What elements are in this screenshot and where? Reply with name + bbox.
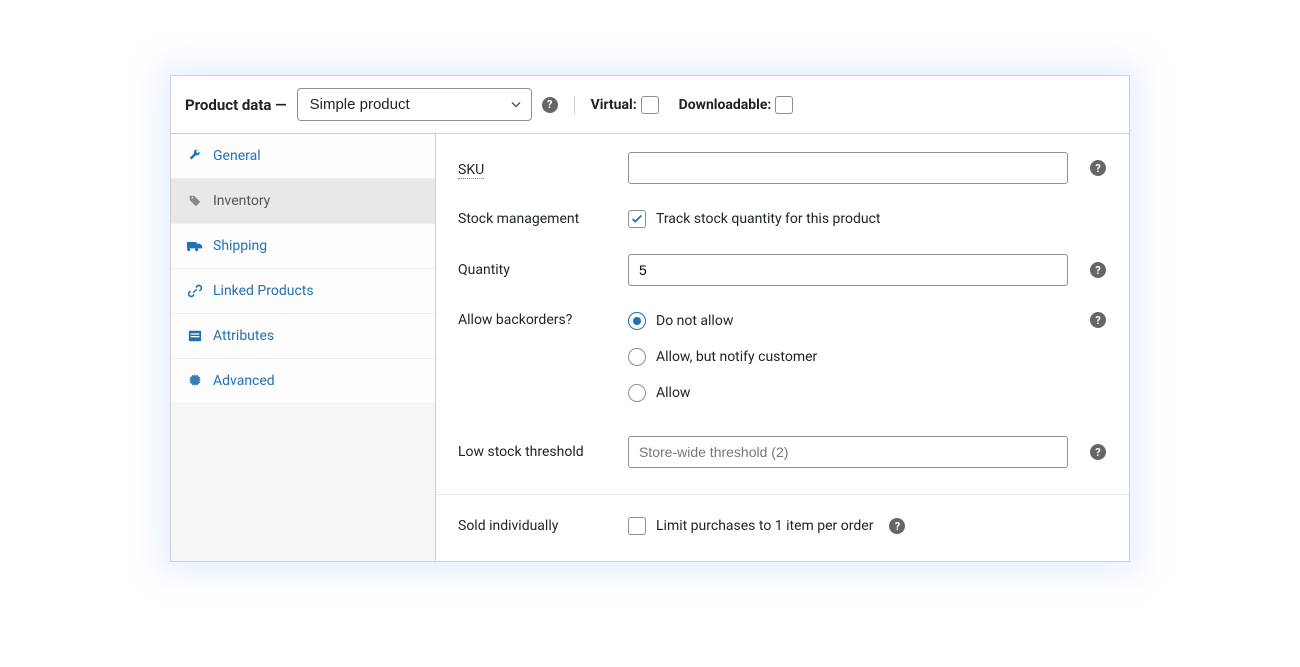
help-icon[interactable]: ? [1090, 262, 1106, 278]
sidebar-item-label: Attributes [213, 328, 274, 344]
radio-label: Do not allow [656, 313, 733, 329]
backorder-option-do-not-allow[interactable]: Do not allow [628, 312, 1068, 330]
sidebar-item-label: Inventory [213, 193, 270, 209]
stock-management-checkbox[interactable] [628, 210, 646, 228]
product-type-select-wrap: Simple product [297, 88, 532, 121]
sidebar-item-label: Shipping [213, 238, 267, 254]
sku-label: SKU [458, 162, 484, 179]
sold-individually-label: Sold individually [458, 518, 628, 534]
divider [436, 494, 1129, 495]
help-icon[interactable]: ? [1090, 444, 1106, 460]
quantity-input[interactable] [628, 254, 1068, 286]
sold-individually-checkbox[interactable] [628, 517, 646, 535]
backorder-option-allow[interactable]: Allow [628, 384, 1068, 402]
backorders-label: Allow backorders? [458, 312, 628, 328]
low-stock-input[interactable] [628, 436, 1068, 468]
sold-individually-checkbox-label: Limit purchases to 1 item per order [656, 518, 873, 534]
sidebar-item-label: Advanced [213, 373, 275, 389]
sidebar-item-label: Linked Products [213, 283, 314, 299]
help-icon[interactable]: ? [542, 97, 558, 113]
low-stock-row: Low stock threshold ? [458, 436, 1107, 468]
virtual-label: Virtual: [591, 97, 637, 113]
panel-header: Product data — Simple product ? Virtual:… [171, 76, 1129, 134]
tag-icon [187, 194, 203, 208]
stock-management-label: Stock management [458, 211, 628, 227]
low-stock-label: Low stock threshold [458, 444, 628, 460]
backorders-row: Allow backorders? Do not allow Allow, bu… [458, 312, 1107, 402]
sold-individually-row: Sold individually Limit purchases to 1 i… [458, 517, 1107, 535]
link-icon [187, 284, 203, 298]
sidebar-item-label: General [213, 148, 261, 164]
virtual-toggle[interactable]: Virtual: [591, 96, 659, 114]
product-type-select[interactable]: Simple product [297, 88, 532, 121]
sidebar-item-linked-products[interactable]: Linked Products [171, 269, 435, 314]
sidebar-item-general[interactable]: General [171, 134, 435, 179]
content: SKU ? Stock management Track stock quant… [436, 134, 1129, 561]
stock-management-row: Stock management Track stock quantity fo… [458, 210, 1107, 228]
downloadable-label: Downloadable: [679, 97, 772, 113]
product-data-panel: Product data — Simple product ? Virtual:… [170, 75, 1130, 562]
sku-input[interactable] [628, 152, 1068, 184]
sidebar-item-inventory[interactable]: Inventory [171, 179, 435, 224]
downloadable-toggle[interactable]: Downloadable: [679, 96, 794, 114]
virtual-checkbox[interactable] [641, 96, 659, 114]
wrench-icon [187, 149, 203, 163]
radio-label: Allow, but notify customer [656, 349, 817, 365]
panel-body: General Inventory Shipping Linked Produc… [171, 134, 1129, 561]
sidebar-item-attributes[interactable]: Attributes [171, 314, 435, 359]
sidebar-item-advanced[interactable]: Advanced [171, 359, 435, 404]
panel-title: Product data — [185, 96, 287, 114]
list-icon [187, 329, 203, 343]
truck-icon [187, 239, 203, 253]
divider [574, 96, 575, 114]
sidebar-item-shipping[interactable]: Shipping [171, 224, 435, 269]
backorder-option-allow-notify[interactable]: Allow, but notify customer [628, 348, 1068, 366]
radio-button[interactable] [628, 384, 646, 402]
sidebar: General Inventory Shipping Linked Produc… [171, 134, 436, 561]
help-icon[interactable]: ? [1090, 312, 1106, 328]
help-icon[interactable]: ? [1090, 160, 1106, 176]
gear-icon [187, 374, 203, 388]
radio-button[interactable] [628, 348, 646, 366]
help-icon[interactable]: ? [889, 518, 905, 534]
radio-label: Allow [656, 385, 690, 401]
quantity-row: Quantity ? [458, 254, 1107, 286]
sku-row: SKU ? [458, 152, 1107, 184]
downloadable-checkbox[interactable] [775, 96, 793, 114]
quantity-label: Quantity [458, 262, 628, 278]
radio-button[interactable] [628, 312, 646, 330]
stock-management-checkbox-label: Track stock quantity for this product [656, 211, 881, 227]
